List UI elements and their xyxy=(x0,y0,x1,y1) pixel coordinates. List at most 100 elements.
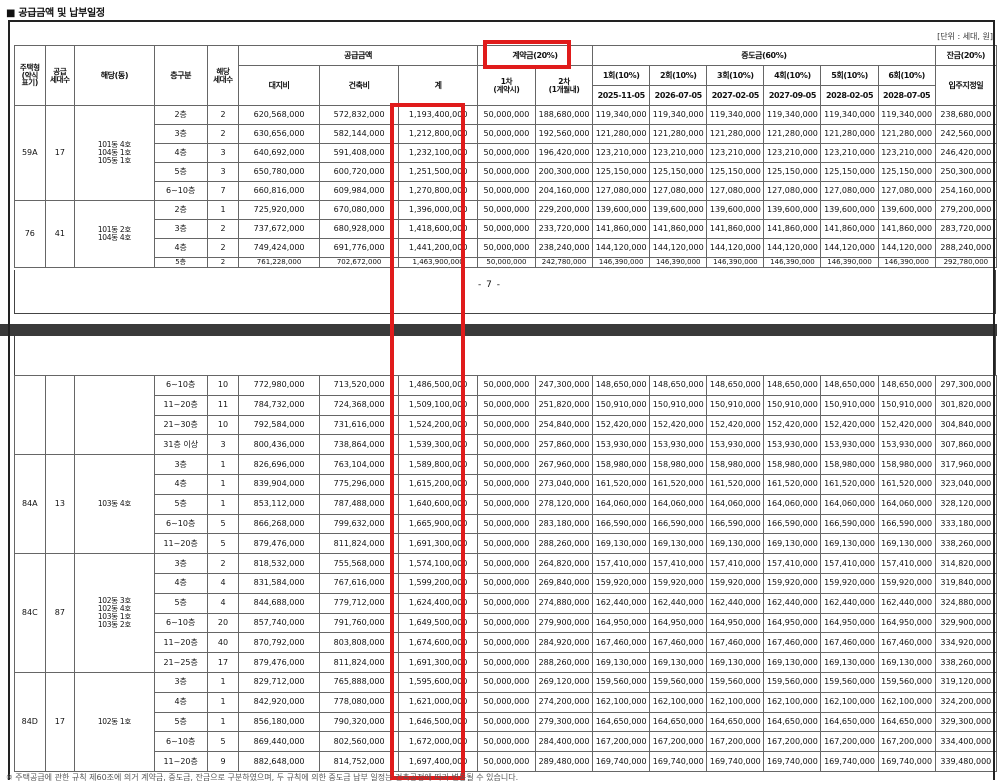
table-row: 4층 1 839,904,000 775,296,000 1,615,200,000 50… xyxy=(15,473,997,495)
balance-cell: 339,480,000 xyxy=(934,751,997,772)
interim-1-cell: 150,910,000 xyxy=(592,394,651,416)
building-price-cell: 767,616,000 xyxy=(318,572,400,594)
building-price-cell: 724,368,000 xyxy=(318,394,400,416)
building-price-cell: 691,776,000 xyxy=(318,238,400,258)
land-price-cell: 749,424,000 xyxy=(238,238,320,258)
total-price-cell: 1,621,000,000 xyxy=(398,691,478,713)
interim-5-cell: 125,150,000 xyxy=(820,162,879,182)
interim-4-cell: 164,950,000 xyxy=(763,612,822,634)
interim-1-cell: 169,740,000 xyxy=(592,751,651,772)
interim-5-cell: 123,210,000 xyxy=(820,143,879,163)
header-deposit: 계약금(20%) xyxy=(476,45,594,66)
deposit-1-cell: 50,000,000 xyxy=(476,394,537,416)
interim-4-cell: 157,410,000 xyxy=(763,553,822,574)
building-price-cell: 811,824,000 xyxy=(318,533,400,555)
page-number: - 7 - xyxy=(478,280,501,290)
land-price-cell: 870,792,000 xyxy=(238,632,320,654)
table-row: 5층 3 650,780,000 600,720,000 1,251,500,000 50… xyxy=(15,162,997,182)
interim-6-cell: 166,590,000 xyxy=(877,513,936,535)
interim-1-cell: 121,280,000 xyxy=(592,124,651,144)
deposit-1-cell: 50,000,000 xyxy=(476,238,537,258)
interim-5-cell: 167,460,000 xyxy=(820,632,879,654)
deposit-2-cell: 288,260,000 xyxy=(534,533,594,555)
deposit-1-cell: 50,000,000 xyxy=(476,553,537,574)
header-deposit-1: 1차 (계약시) xyxy=(476,65,537,106)
deposit-2-cell: 192,560,000 xyxy=(535,124,594,144)
land-price-cell: 869,440,000 xyxy=(238,731,320,753)
header-date-2: 2026-07-05 xyxy=(649,85,708,106)
header-applicable-units: 해당 세대수 xyxy=(206,45,240,106)
interim-6-cell: 169,740,000 xyxy=(877,751,936,772)
deposit-2-cell: 274,200,000 xyxy=(534,691,594,713)
interim-3-cell: 164,060,000 xyxy=(706,493,765,515)
interim-2-cell: 157,410,000 xyxy=(649,553,708,574)
interim-2-cell: 162,440,000 xyxy=(649,592,708,614)
building-cell: 101동 2호 104동 4호 xyxy=(74,200,155,268)
total-price-cell: 1,193,400,000 xyxy=(398,105,478,125)
land-price-cell: 761,228,000 xyxy=(238,257,320,268)
header-interim-4: 4회(10%) xyxy=(763,65,822,86)
building-price-cell: 738,864,000 xyxy=(318,434,400,456)
total-price-cell: 1,697,400,000 xyxy=(398,751,478,772)
building-price-cell: 775,296,000 xyxy=(318,473,400,495)
interim-6-cell: 159,560,000 xyxy=(877,671,936,693)
total-price-cell: 1,691,300,000 xyxy=(398,533,478,555)
header-date-4: 2027-09-05 xyxy=(763,85,822,106)
interim-5-cell: 169,130,000 xyxy=(820,652,879,673)
building-price-cell: 755,568,000 xyxy=(318,553,400,574)
table-row: 11~20층 9 882,648,000 814,752,000 1,697,400,0… xyxy=(15,751,997,772)
building-cell: 103동 4호 xyxy=(74,454,155,555)
table-row: 4층 3 640,692,000 591,408,000 1,232,100,000 50… xyxy=(15,143,997,163)
building-price-cell: 713,520,000 xyxy=(318,375,400,396)
land-price-cell: 792,584,000 xyxy=(238,414,320,436)
unit-count-cell: 9 xyxy=(206,751,240,772)
interim-2-cell: 167,460,000 xyxy=(649,632,708,654)
balance-cell: 323,040,000 xyxy=(934,473,997,495)
interim-5-cell: 167,200,000 xyxy=(820,731,879,753)
interim-1-cell: 161,520,000 xyxy=(592,473,651,495)
balance-cell: 250,300,000 xyxy=(934,162,997,182)
interim-6-cell: 158,980,000 xyxy=(877,454,936,475)
building-price-cell: 814,752,000 xyxy=(318,751,400,772)
unit-count-cell: 1 xyxy=(206,493,240,515)
interim-3-cell: 127,080,000 xyxy=(706,181,765,201)
interim-2-cell: 146,390,000 xyxy=(649,257,708,268)
interim-1-cell: 127,080,000 xyxy=(592,181,651,201)
deposit-2-cell: 269,120,000 xyxy=(534,671,594,693)
deposit-2-cell: 200,300,000 xyxy=(535,162,594,182)
interim-6-cell: 123,210,000 xyxy=(877,143,936,163)
land-price-cell: 772,980,000 xyxy=(238,375,320,396)
interim-6-cell: 164,060,000 xyxy=(877,493,936,515)
table-row: 5층 2 761,228,000 702,672,000 1,463,900,000 50… xyxy=(15,257,997,268)
unit-count-cell: 1 xyxy=(206,200,240,220)
interim-5-cell: 148,650,000 xyxy=(820,375,879,396)
supply-price-table-upper: 주택형 (약식 표기) 공급 세대수 해당(동) 층구분 해당 세대수 공급금액 계약금… xyxy=(14,45,997,268)
building-price-cell: 763,104,000 xyxy=(318,454,400,475)
interim-4-cell: 146,390,000 xyxy=(763,257,822,268)
unit-count-cell: 1 xyxy=(206,691,240,713)
land-price-cell: 660,816,000 xyxy=(238,181,320,201)
balance-cell: 319,120,000 xyxy=(934,671,997,693)
header-balance: 잔금(20%) xyxy=(934,45,997,66)
interim-5-cell: 157,410,000 xyxy=(820,553,879,574)
interim-3-cell: 169,130,000 xyxy=(706,533,765,555)
page-break-band xyxy=(0,324,997,336)
land-price-cell: 853,112,000 xyxy=(238,493,320,515)
page-frame xyxy=(14,270,996,314)
interim-4-cell: 167,200,000 xyxy=(763,731,822,753)
unit-count-cell: 17 xyxy=(206,652,240,673)
unit-count-cell: 10 xyxy=(206,375,240,396)
table-row: 76 41 101동 2호 104동 4호 2층 1 725,920,000 670,080,… xyxy=(14,200,997,268)
unit-count-cell: 5 xyxy=(206,513,240,535)
interim-4-cell: 166,590,000 xyxy=(763,513,822,535)
header-move-in: 입주지정일 xyxy=(934,65,997,106)
building-price-cell: 702,672,000 xyxy=(318,257,400,268)
deposit-1-cell: 50,000,000 xyxy=(476,375,537,396)
floor-cell: 2층 xyxy=(153,200,208,220)
interim-3-cell: 158,980,000 xyxy=(706,454,765,475)
total-price-cell: 1,672,000,000 xyxy=(398,731,478,753)
interim-4-cell: 158,980,000 xyxy=(763,454,822,475)
interim-6-cell: 162,100,000 xyxy=(877,691,936,713)
unit-count-cell: 2 xyxy=(206,219,240,239)
total-price-cell: 1,509,100,000 xyxy=(398,394,478,416)
